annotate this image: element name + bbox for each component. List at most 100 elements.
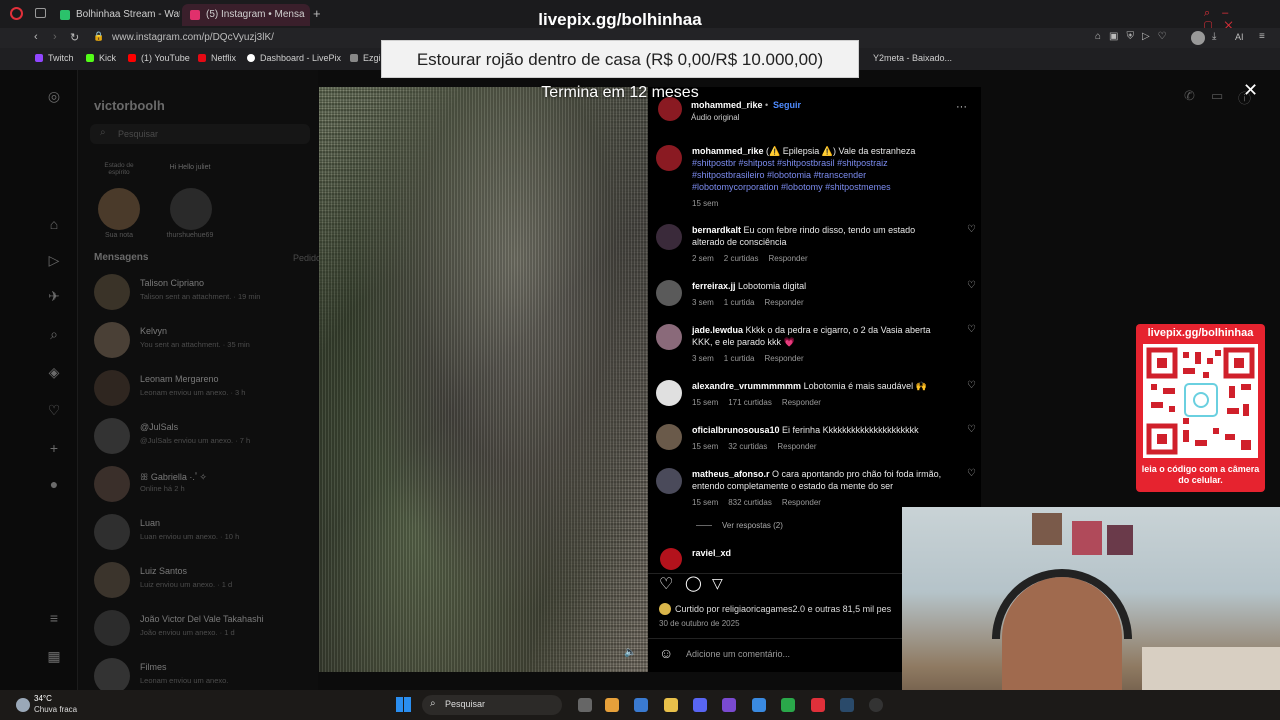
bookmark-twitch[interactable]: Twitch bbox=[35, 53, 74, 63]
account-username[interactable]: victorboolh bbox=[94, 98, 165, 113]
browser-logo-icon[interactable] bbox=[10, 7, 23, 20]
conversation-item[interactable]: Luan Luan enviou um anexo. · 10 h bbox=[94, 510, 314, 556]
avatar[interactable] bbox=[656, 380, 682, 406]
mute-icon[interactable]: 🔈 bbox=[624, 647, 636, 658]
conversation-item[interactable]: Leonam Mergareno Leonam enviou um anexo. … bbox=[94, 366, 314, 412]
caption-author[interactable]: mohammed_rike bbox=[692, 146, 764, 156]
comment-likes[interactable]: 32 curtidas bbox=[728, 442, 767, 451]
home-icon[interactable]: ⌂ bbox=[46, 216, 62, 232]
app-icon[interactable] bbox=[605, 698, 619, 712]
bookmark-ezgif[interactable]: Ezgi bbox=[350, 53, 381, 63]
conversation-item[interactable]: Luiz Santos Luiz enviou um anexo. · 1 d bbox=[94, 558, 314, 604]
bookmark-netflix[interactable]: Netflix bbox=[198, 53, 236, 63]
discord-icon[interactable] bbox=[693, 698, 707, 712]
comment-user[interactable]: jade.lewdua bbox=[692, 325, 743, 335]
more-options-icon[interactable]: ··· bbox=[956, 101, 967, 113]
comment-likes[interactable]: 2 curtidas bbox=[724, 254, 759, 263]
new-tab-icon[interactable]: + bbox=[313, 6, 321, 21]
weather-temp[interactable]: 34°C bbox=[34, 694, 52, 703]
dm-search-box[interactable]: ⌕ Pesquisar bbox=[90, 124, 310, 144]
share-icon[interactable]: ▽ bbox=[712, 575, 723, 592]
messages-icon[interactable]: ✈ bbox=[46, 288, 62, 304]
reply-button[interactable]: Responder bbox=[782, 398, 821, 407]
caption-hashtags[interactable]: #shitpostbr #shitpost #shitpostbrasil #s… bbox=[692, 158, 891, 192]
app-icon[interactable] bbox=[722, 698, 736, 712]
profile-avatar[interactable] bbox=[1191, 31, 1205, 45]
comment-user[interactable]: alexandre_vrummmmmm bbox=[692, 381, 801, 391]
reels-icon[interactable]: ▷ bbox=[46, 252, 62, 268]
extension-icons[interactable]: ⌂▣⛨▷♡ bbox=[1095, 31, 1175, 42]
meta-apps-icon[interactable]: ▦ bbox=[46, 648, 62, 664]
more-menu-icon[interactable]: ≡ bbox=[46, 610, 62, 626]
download-icon[interactable]: ⤓ bbox=[1212, 31, 1216, 42]
follow-button[interactable]: Seguir bbox=[773, 100, 801, 110]
bookmark-youtube[interactable]: (1) YouTube bbox=[128, 53, 190, 63]
liked-by-text[interactable]: Curtido por religiaoricagames2.0 e outra… bbox=[675, 604, 891, 614]
conversation-item[interactable]: ꕥ Gabriella ·.ﾟ✧ Online há 2 h bbox=[94, 462, 314, 508]
phone-call-icon[interactable]: ✆ bbox=[1184, 88, 1195, 104]
forward-icon[interactable]: › bbox=[53, 31, 57, 43]
task-view-icon[interactable] bbox=[578, 698, 592, 712]
taskbar-search[interactable]: ⌕ Pesquisar bbox=[422, 695, 562, 715]
bookmark-y2meta[interactable]: Y2meta - Baixado... bbox=[873, 53, 952, 63]
comment-likes[interactable]: 171 curtidas bbox=[728, 398, 772, 407]
close-post-icon[interactable]: ✕ bbox=[1243, 80, 1258, 101]
post-video[interactable]: 🔈 bbox=[319, 87, 648, 672]
weather-icon[interactable] bbox=[16, 698, 30, 712]
like-comment-icon[interactable]: ♡ bbox=[967, 324, 976, 335]
conversation-item[interactable]: Talison Cipriano Talison sent an attachme… bbox=[94, 270, 314, 316]
audio-label[interactable]: Áudio original bbox=[691, 113, 739, 122]
menu-icon[interactable]: ≡ bbox=[1259, 31, 1265, 42]
like-comment-icon[interactable]: ♡ bbox=[967, 380, 976, 391]
avatar[interactable] bbox=[656, 468, 682, 494]
conversation-item[interactable]: @JulSals @JulSals enviou um anexo. · 7 h bbox=[94, 414, 314, 460]
bookmark-livepix[interactable]: Dashboard - LivePix bbox=[247, 53, 341, 63]
comment-icon[interactable]: ◯ bbox=[685, 574, 702, 592]
steam-icon[interactable] bbox=[840, 698, 854, 712]
comment-likes[interactable]: 832 curtidas bbox=[728, 498, 772, 507]
create-icon[interactable]: + bbox=[46, 440, 62, 456]
app-icon[interactable] bbox=[752, 698, 766, 712]
file-explorer-icon[interactable] bbox=[664, 698, 678, 712]
reply-button[interactable]: Responder bbox=[764, 298, 803, 307]
tab-instagram[interactable]: (5) Instagram • Mensa bbox=[182, 4, 310, 26]
like-icon[interactable]: ♡ bbox=[659, 574, 673, 594]
note-self[interactable]: Estado de espírito Sua nota bbox=[94, 162, 144, 242]
explore-icon[interactable]: ◈ bbox=[46, 364, 62, 380]
reply-button[interactable]: Responder bbox=[782, 498, 821, 507]
like-comment-icon[interactable]: ♡ bbox=[967, 468, 976, 479]
comment-user[interactable]: oficialbrunosousa10 bbox=[692, 425, 780, 435]
search-icon[interactable]: ⌕ bbox=[46, 326, 62, 342]
like-comment-icon[interactable]: ♡ bbox=[967, 224, 976, 235]
reload-icon[interactable]: ↻ bbox=[70, 31, 79, 44]
avatar[interactable] bbox=[656, 424, 682, 450]
note-friend[interactable]: Hi Hello juliet thurshuehue69 bbox=[158, 162, 222, 242]
notifications-icon[interactable]: ♡ bbox=[46, 402, 62, 418]
comment-likes[interactable]: 1 curtida bbox=[724, 298, 755, 307]
like-comment-icon[interactable]: ♡ bbox=[967, 424, 976, 435]
tab-bolhinhaa-stream[interactable]: Bolhinhaa Stream - Watch bbox=[52, 4, 180, 26]
tab-list-icon[interactable] bbox=[35, 8, 46, 18]
obs-icon[interactable] bbox=[869, 698, 883, 712]
avatar[interactable] bbox=[656, 280, 682, 306]
opera-gx-icon[interactable] bbox=[811, 698, 825, 712]
comment-likes[interactable]: 1 curtida bbox=[724, 354, 755, 363]
url-field[interactable]: www.instagram.com/p/DQcVyuzj3lK/ bbox=[112, 32, 274, 43]
instagram-logo-icon[interactable]: ◎ bbox=[46, 88, 62, 104]
ai-button[interactable]: AI bbox=[1235, 32, 1244, 42]
comment-user[interactable]: matheus_afonso.r bbox=[692, 469, 770, 479]
comment-user[interactable]: raviel_xd bbox=[692, 548, 731, 558]
weather-desc[interactable]: Chuva fraca bbox=[34, 705, 77, 714]
profile-icon[interactable]: ● bbox=[46, 476, 62, 492]
reply-button[interactable]: Responder bbox=[777, 442, 816, 451]
reply-button[interactable]: Responder bbox=[764, 354, 803, 363]
view-replies-button[interactable]: Ver respostas (2) bbox=[722, 521, 783, 530]
avatar[interactable] bbox=[656, 324, 682, 350]
like-comment-icon[interactable]: ♡ bbox=[967, 280, 976, 291]
conversation-item[interactable]: Kelvyn You sent an attachment. · 35 min bbox=[94, 318, 314, 364]
avatar[interactable] bbox=[656, 224, 682, 250]
back-icon[interactable]: ‹ bbox=[34, 31, 38, 43]
reply-button[interactable]: Responder bbox=[768, 254, 807, 263]
emoji-icon[interactable]: ☺ bbox=[659, 645, 673, 661]
store-icon[interactable] bbox=[634, 698, 648, 712]
